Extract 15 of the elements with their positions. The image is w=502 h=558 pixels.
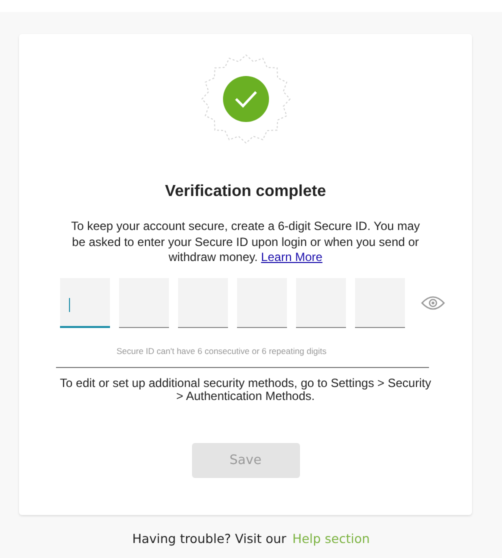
intro-text: To keep your account secure, create a 6-digit Secure ID. You may be asked to enter your Secure ID upon login or when you send or withdraw money. Learn More (70, 219, 421, 266)
help-link[interactable]: Help section (292, 531, 370, 546)
hint-text: Secure ID can't have 6 consecutive or 6 repeating digits (116, 346, 328, 356)
digit-field[interactable] (237, 278, 287, 328)
digit-field[interactable] (296, 278, 346, 328)
digit-field[interactable] (119, 278, 169, 328)
digit-field[interactable] (60, 278, 110, 328)
note-text: To edit or set up additional security methods, go to Settings > Security > Authentication Methods. (58, 376, 432, 402)
card-title: Verification complete (165, 183, 326, 201)
success-badge-icon (200, 53, 292, 145)
eye-icon[interactable] (421, 294, 445, 310)
digit-field[interactable] (178, 278, 228, 328)
digit-field[interactable] (355, 278, 405, 328)
learn-more-link[interactable]: Learn More (261, 250, 322, 264)
footer-text: Having trouble? Visit our (132, 531, 286, 546)
